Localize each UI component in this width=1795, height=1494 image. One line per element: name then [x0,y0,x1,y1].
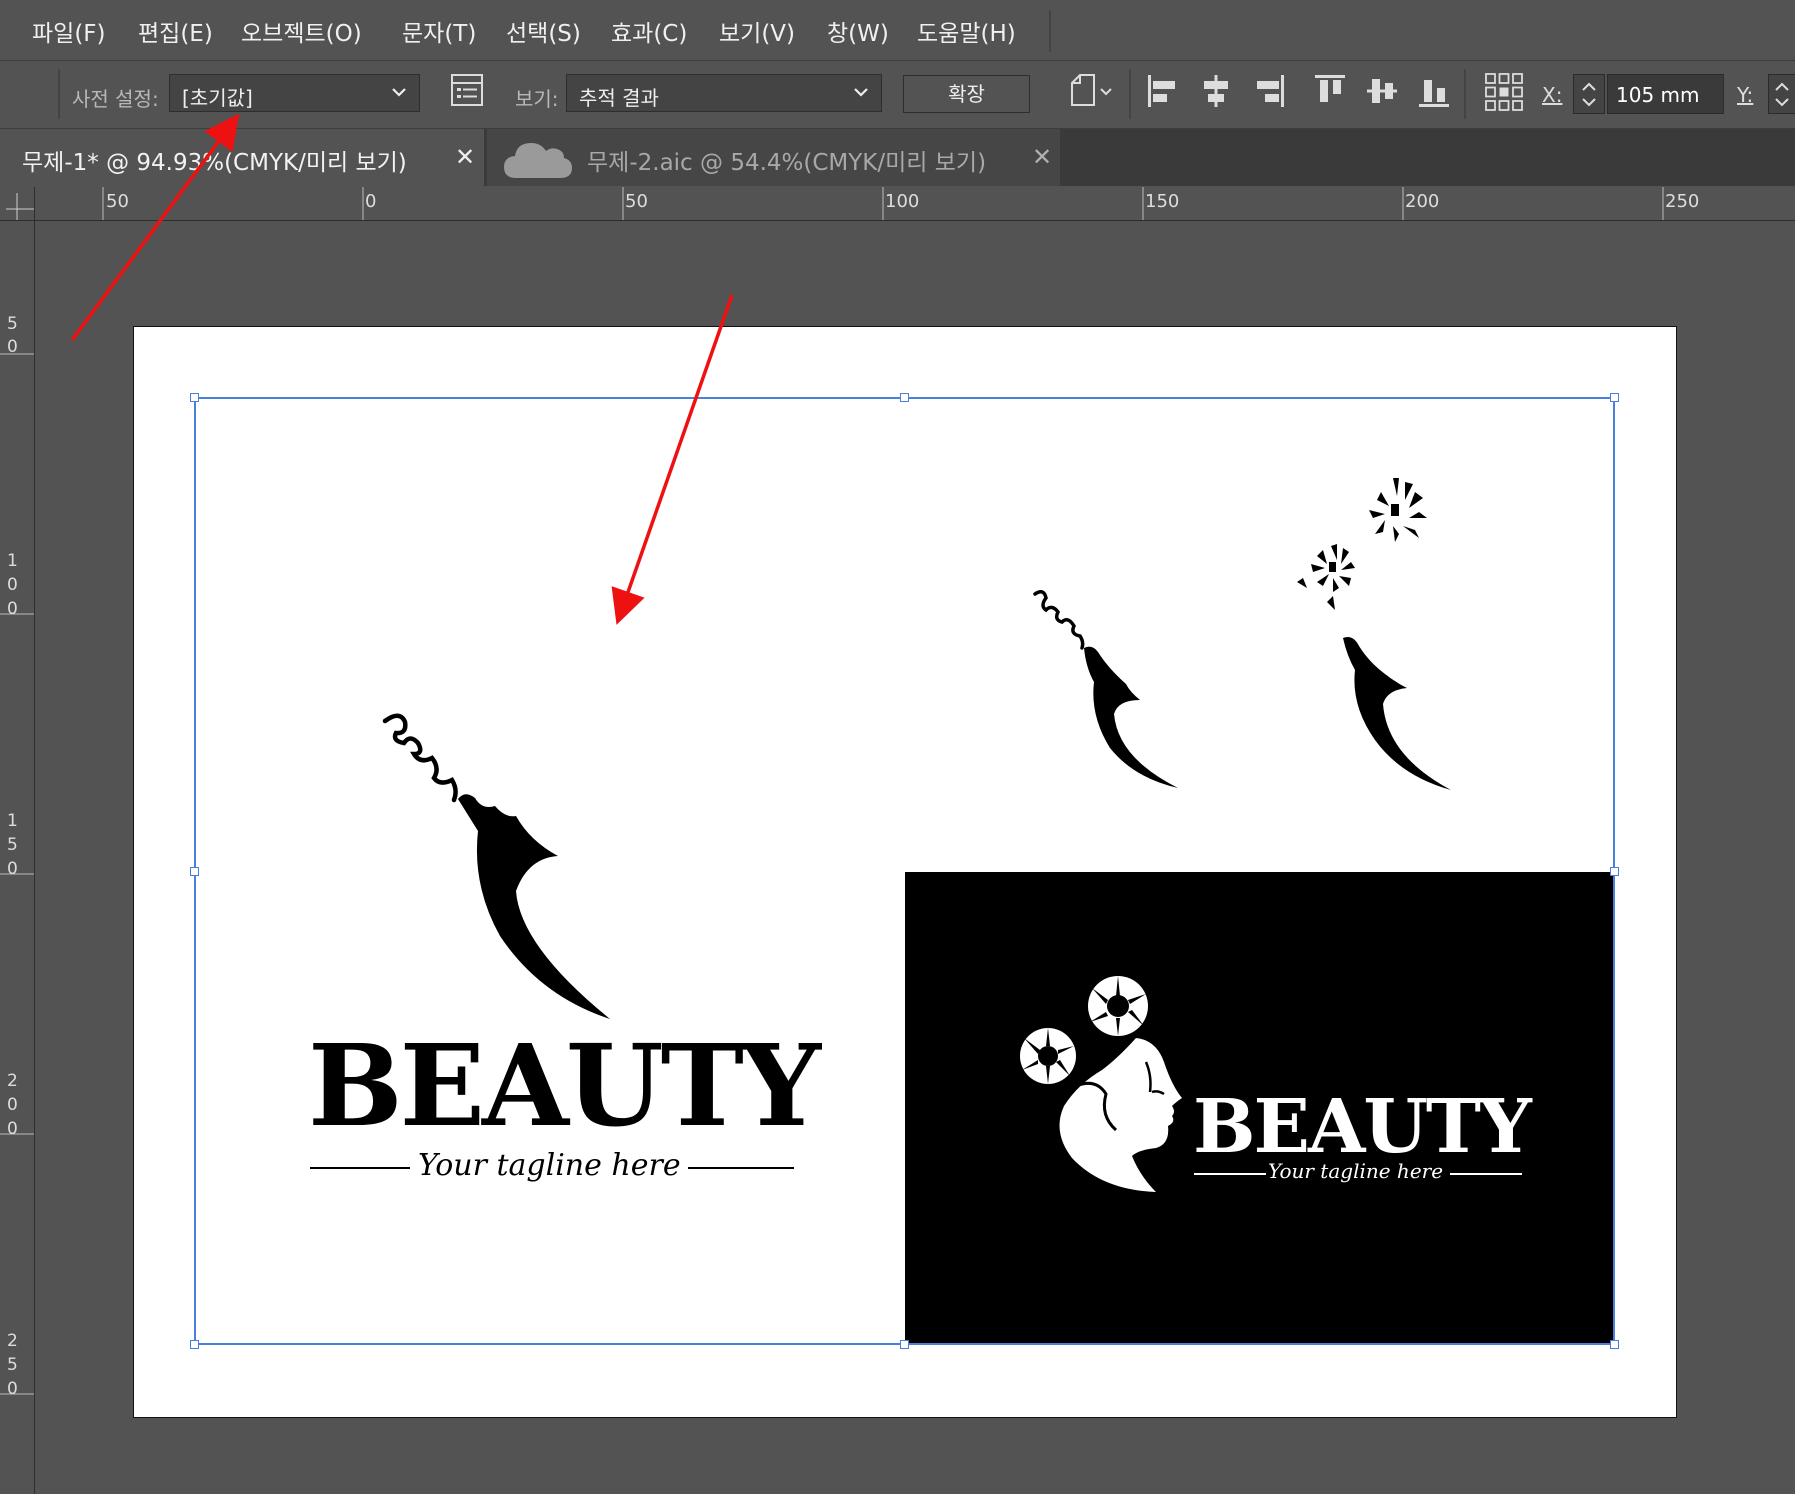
preset-value: [초기값] [182,86,253,110]
align-top-icon[interactable] [1313,73,1347,109]
toolbar-divider [1464,69,1466,119]
ruler-label: 100 [7,551,18,619]
ruler-origin-corner[interactable] [0,187,35,221]
horizontal-ruler[interactable]: 50 0 50 100 150 200 250 [34,187,1795,221]
tab-document-2[interactable]: 무제-2.aic @ 54.4%(CMYK/미리 보기) ✕ [487,129,1060,186]
tab-document-1[interactable]: 무제-1* @ 94.93%(CMYK/미리 보기) ✕ [0,129,484,186]
menu-effect[interactable]: 효과(C) [611,14,687,48]
menu-divider [1049,10,1051,52]
resize-handle-bottom-right[interactable] [1610,1340,1619,1349]
stepper-arrows-icon [1775,82,1789,107]
x-stepper[interactable] [1573,74,1605,114]
ruler-label: 150 [7,811,18,879]
menu-type[interactable]: 문자(T) [402,14,476,48]
resize-handle-left[interactable] [190,867,199,876]
ruler-label: 50 [106,191,129,212]
tab-label: 무제-2.aic @ 54.4%(CMYK/미리 보기) [587,150,987,176]
tracing-panel-icon[interactable] [450,73,484,107]
align-left-icon[interactable] [1146,73,1180,109]
chevron-down-icon [392,88,406,97]
toolbar-divider [1129,69,1131,119]
ruler-label: 150 [1145,191,1180,212]
resize-handle-bottom[interactable] [900,1340,909,1349]
resize-handle-bottom-left[interactable] [190,1340,199,1349]
align-bottom-icon[interactable] [1417,73,1451,109]
ruler-label: 200 [7,1071,18,1139]
menu-bar: 파일(F) 편집(E) 오브젝트(O) 문자(T) 선택(S) 효과(C) 보기… [0,0,1795,61]
ruler-label: 50 [7,314,18,357]
control-bar-grip [58,69,60,119]
view-label: 보기: [515,87,559,111]
ruler-label: 250 [1665,191,1700,212]
close-icon[interactable]: ✕ [455,143,475,171]
preset-label: 사전 설정: [72,87,159,111]
menu-select[interactable]: 선택(S) [506,14,581,48]
menu-help[interactable]: 도움말(H) [917,14,1016,48]
stepper-arrows-icon [1582,82,1596,107]
menu-edit[interactable]: 편집(E) [138,14,213,48]
ruler-label: 0 [365,191,377,212]
resize-handle-right[interactable] [1610,867,1619,876]
tab-label: 무제-1* @ 94.93%(CMYK/미리 보기) [22,150,407,176]
cloud-document-icon [504,143,572,178]
expand-button[interactable]: 확장 [903,75,1030,113]
y-stepper[interactable] [1768,74,1795,114]
ruler-origin-icon [6,193,34,220]
menu-view[interactable]: 보기(V) [719,14,795,48]
chevron-down-icon [854,88,868,97]
menu-window[interactable]: 창(W) [827,14,889,48]
view-dropdown[interactable]: 추적 결과 [566,74,882,112]
document-tab-bar: 무제-1* @ 94.93%(CMYK/미리 보기) ✕ 무제-2.aic @ … [0,129,1795,186]
align-right-icon[interactable] [1252,73,1286,109]
transform-reference-point-icon[interactable] [1484,72,1524,112]
ruler-label: 100 [885,191,920,212]
selection-bounding-box[interactable] [194,397,1615,1345]
x-label: X: [1542,83,1563,107]
menu-file[interactable]: 파일(F) [32,14,106,48]
menu-object[interactable]: 오브젝트(O) [241,14,362,48]
resize-handle-top-right[interactable] [1610,393,1619,402]
control-bar: 사전 설정: [초기값] 보기: 추적 결과 확장 X: 105 mm Y: [0,61,1795,129]
x-position-input[interactable]: 105 mm [1607,74,1724,114]
y-label: Y: [1737,83,1754,107]
ruler-label: 50 [625,191,648,212]
document-setup-icon[interactable] [1066,73,1114,109]
ruler-label: 250 [7,1331,18,1399]
vertical-ruler[interactable]: 50 100 150 200 250 [0,187,35,1494]
resize-handle-top-left[interactable] [190,393,199,402]
view-value: 추적 결과 [579,86,659,110]
align-vertical-center-icon[interactable] [1365,73,1399,109]
ruler-label: 200 [1405,191,1440,212]
resize-handle-top[interactable] [900,393,909,402]
align-horizontal-center-icon[interactable] [1199,73,1233,109]
preset-dropdown[interactable]: [초기값] [169,74,420,112]
close-icon[interactable]: ✕ [1032,143,1052,171]
